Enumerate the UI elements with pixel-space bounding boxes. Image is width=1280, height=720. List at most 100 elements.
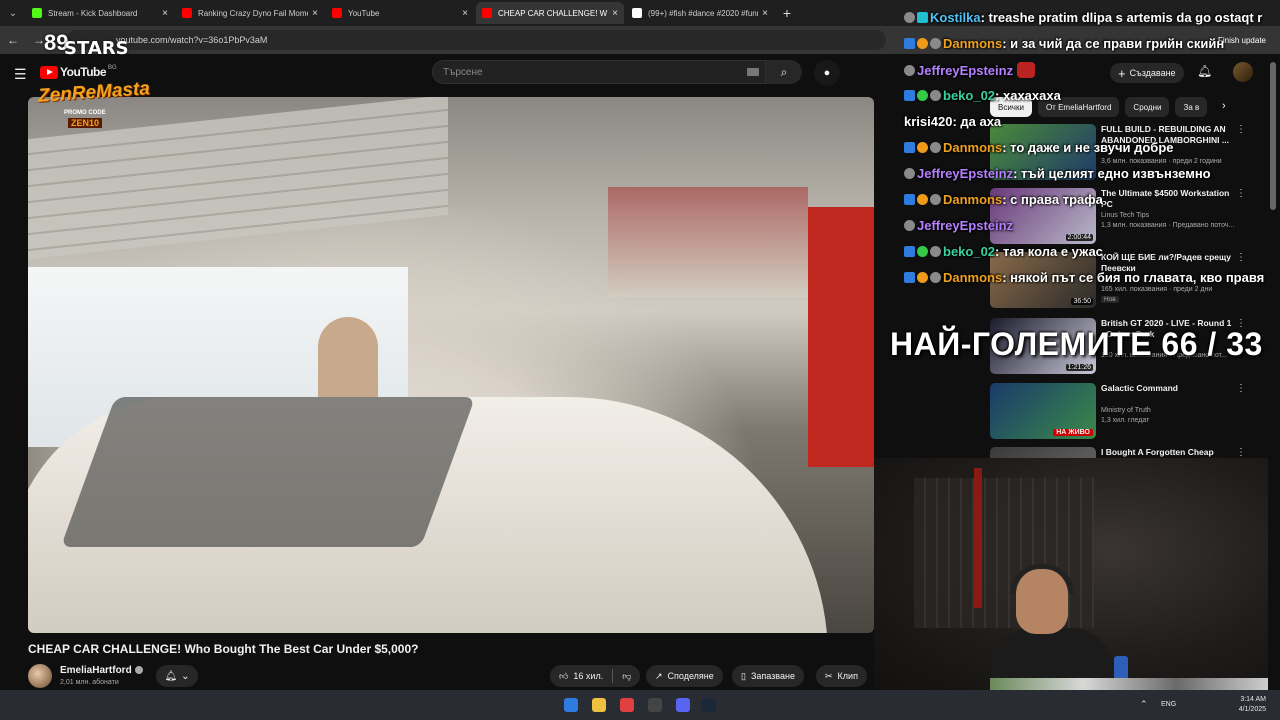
chat-message: Danmons: и за чий да се прави грийн ский… xyxy=(904,36,1224,51)
back-icon[interactable]: ← xyxy=(0,33,26,47)
more-options-icon[interactable]: ⋮ xyxy=(1236,383,1246,394)
verified-icon xyxy=(134,666,143,675)
close-icon[interactable]: × xyxy=(612,8,618,19)
chat-username[interactable]: Danmons xyxy=(943,140,1002,155)
close-icon[interactable]: × xyxy=(162,8,168,19)
voice-search-button[interactable]: ● xyxy=(814,60,840,86)
chat-username[interactable]: JeffreyEpsteinz xyxy=(917,166,1013,181)
chat-message: beko_02: хахахаха xyxy=(904,88,1061,103)
duration-badge: 36:50 xyxy=(1071,298,1093,305)
language-indicator[interactable]: ENG xyxy=(1161,701,1176,708)
close-icon[interactable]: × xyxy=(762,8,768,19)
browser-tab[interactable]: CHEAP CAR CHALLENGE! W × xyxy=(476,2,624,24)
discord-icon[interactable] xyxy=(676,698,690,712)
youtube-play-icon xyxy=(40,65,58,79)
more-options-icon[interactable]: ⋮ xyxy=(1236,447,1246,458)
tray-chevron-icon[interactable]: ⌃ xyxy=(1140,699,1148,710)
filter-chip[interactable]: Сродни xyxy=(1125,97,1170,117)
browser-tab[interactable]: (99+) #fish #dance #2020 #funn × xyxy=(626,2,774,24)
keyboard-icon[interactable] xyxy=(747,68,759,76)
channel-name[interactable]: EmeliaHartford xyxy=(60,665,143,676)
chat-username[interactable]: beko_02 xyxy=(943,88,995,103)
garage-shelf xyxy=(608,187,808,297)
chat-text: : то даже и не звучи добре xyxy=(1002,140,1174,155)
video-thumbnail[interactable]: НА ЖИВО xyxy=(990,383,1096,439)
chat-message: JeffreyEpsteinz xyxy=(904,218,1013,233)
more-options-icon[interactable]: ⋮ xyxy=(1236,188,1246,199)
more-options-icon[interactable]: ⋮ xyxy=(1236,124,1246,135)
windows-start-icon[interactable] xyxy=(564,698,578,712)
search-button[interactable]: ⌕ xyxy=(766,60,802,84)
chat-text: : treashe pratim dlipa s artemis da go o… xyxy=(980,10,1263,25)
obs-icon[interactable] xyxy=(648,698,662,712)
browser-tab[interactable]: Ranking Crazy Dyno Fail Mome × xyxy=(176,2,324,24)
save-button[interactable]: ▯ Запазване xyxy=(732,665,804,687)
like-button[interactable]: 👍︎ 16 хил. 👎︎ xyxy=(550,665,641,687)
subscription-bell-button[interactable]: 🔔︎ ⌄ xyxy=(156,665,198,687)
chat-badge-icon xyxy=(930,142,941,153)
account-avatar[interactable] xyxy=(1233,62,1253,82)
chat-username[interactable]: JeffreyEpsteinz xyxy=(917,63,1013,78)
filter-chip[interactable]: За в xyxy=(1175,97,1208,117)
stars-text: STARS xyxy=(64,38,129,59)
tab-favicon-icon xyxy=(632,8,642,18)
steam-icon[interactable] xyxy=(702,698,716,712)
video-player[interactable] xyxy=(28,97,874,633)
chat-message: Danmons: с права трафа xyxy=(904,192,1103,207)
clip-button[interactable]: ✂ Клип xyxy=(816,665,867,687)
notifications-bell-icon[interactable]: 🔔︎ xyxy=(1197,64,1212,78)
tab-title: Ranking Crazy Dyno Fail Mome xyxy=(198,8,309,18)
chat-badge-icon xyxy=(917,194,928,205)
close-icon[interactable]: × xyxy=(462,8,468,19)
new-tab-button[interactable]: + xyxy=(776,2,798,24)
chat-badge-icon xyxy=(930,90,941,101)
chat-text: : тъй целият едно извънземно xyxy=(1013,166,1211,181)
subscriber-count: 2,01 млн. абонати xyxy=(60,679,119,686)
close-icon[interactable]: × xyxy=(312,8,318,19)
clock-date: 4/1/2025 xyxy=(1238,706,1266,713)
recommended-video[interactable]: НА ЖИВО Galactic Command Ministry of Truth… xyxy=(990,383,1250,439)
file-explorer-icon[interactable] xyxy=(592,698,606,712)
chat-username[interactable]: Kostilka xyxy=(930,10,981,25)
tab-favicon-icon xyxy=(332,8,342,18)
chrome-icon[interactable] xyxy=(620,698,634,712)
bookmark-icon: ▯ xyxy=(741,670,746,681)
recommended-meta: 1,3 хил. гледат xyxy=(1101,417,1150,424)
recommended-title: I Bought A Forgotten Cheap xyxy=(1101,447,1214,457)
url-field[interactable]: youtube.com/watch?v=36o1PbPv3aM xyxy=(66,30,886,50)
browser-tab[interactable]: Stream - Kick Dashboard × xyxy=(26,2,174,24)
chat-username[interactable]: krisi420 xyxy=(904,114,952,129)
menu-icon[interactable]: ☰ xyxy=(14,66,27,83)
system-clock[interactable]: 3:14 AM 4/1/2025 xyxy=(1239,695,1266,715)
page-scrollbar[interactable] xyxy=(1270,62,1276,210)
chevron-down-icon: ⌄ xyxy=(181,670,190,682)
browser-tab[interactable]: YouTube × xyxy=(326,2,474,24)
chat-username[interactable]: Danmons xyxy=(943,36,1002,51)
chat-text: : с права трафа xyxy=(1002,192,1103,207)
chat-badge-icon xyxy=(904,194,915,205)
chat-text: : тая кола е ужас xyxy=(995,244,1103,259)
chat-username[interactable]: Danmons xyxy=(943,192,1002,207)
like-count: 16 хил. xyxy=(573,671,604,681)
more-options-icon[interactable]: ⋮ xyxy=(1236,252,1246,263)
like-divider xyxy=(612,669,614,683)
chat-badge-icon xyxy=(904,272,915,283)
youtube-logo[interactable]: YouTube BG xyxy=(40,65,117,79)
recommended-channel: Linus Tech Tips xyxy=(1101,212,1150,219)
chat-username[interactable]: Danmons xyxy=(943,270,1002,285)
create-button[interactable]: + Създаване xyxy=(1110,63,1184,83)
chat-message: JeffreyEpsteinz xyxy=(904,62,1036,78)
chevron-right-icon[interactable]: › xyxy=(1222,100,1226,112)
chat-badge-icon xyxy=(917,90,928,101)
recommended-title: The Ultimate $4500 Workstation PC xyxy=(1101,188,1230,209)
search-input[interactable]: Търсене xyxy=(432,60,766,84)
share-icon: ↗ xyxy=(655,670,663,681)
channel-avatar[interactable] xyxy=(28,664,52,688)
thumbs-down-icon[interactable]: 👎︎ xyxy=(622,671,631,682)
chat-username[interactable]: beko_02 xyxy=(943,244,995,259)
tab-search-icon[interactable]: ⌄ xyxy=(0,0,26,26)
red-coat xyxy=(808,207,874,467)
chat-username[interactable]: JeffreyEpsteinz xyxy=(917,218,1013,233)
share-button[interactable]: ↗ Споделяне xyxy=(646,665,723,687)
chat-badge-icon xyxy=(904,38,915,49)
